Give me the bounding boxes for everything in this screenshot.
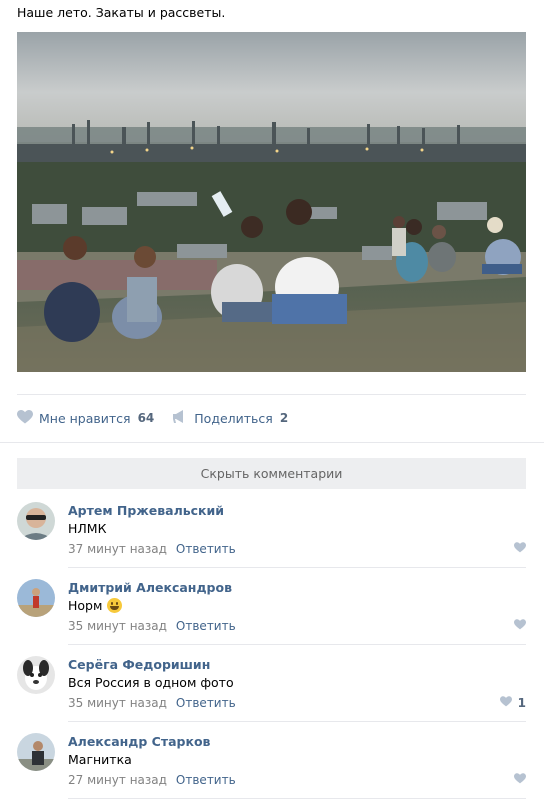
emoji-mouth xyxy=(110,606,120,610)
reply-link[interactable]: Ответить xyxy=(176,773,236,787)
heart-icon xyxy=(17,409,33,427)
comment: Артем Пржевальский НЛМК 37 минут назад От… xyxy=(17,491,526,568)
comment-like-button[interactable] xyxy=(514,542,526,556)
share-label: Поделиться xyxy=(194,410,273,426)
post-photo-image xyxy=(17,32,526,372)
comment: Александр Старков Магнитка 27 минут наза… xyxy=(17,722,526,799)
divider xyxy=(17,394,526,395)
comment-time[interactable]: 27 минут назад xyxy=(68,773,167,787)
post-actions: Мне нравится 64 Поделиться 2 xyxy=(17,408,288,428)
comment: Дмитрий Александров Норм 35 минут назад О… xyxy=(17,568,526,645)
comment-time[interactable]: 35 минут назад xyxy=(68,696,167,710)
like-count: 64 xyxy=(137,411,155,425)
comment-like-count: 1 xyxy=(517,696,526,710)
comment-text: НЛМК xyxy=(68,521,107,536)
post-text: Наше лето. Закаты и рассветы. xyxy=(17,5,226,20)
comment-author[interactable]: Серёга Федоришин xyxy=(68,657,210,672)
comment-time[interactable]: 35 минут назад xyxy=(68,619,167,633)
heart-icon xyxy=(514,542,526,556)
heart-icon xyxy=(514,773,526,787)
like-button[interactable]: Мне нравится 64 xyxy=(17,409,155,427)
heart-icon xyxy=(499,696,512,710)
avatar[interactable] xyxy=(17,579,55,617)
comment-meta: 27 минут назад Ответить xyxy=(68,773,236,787)
emoji-eye-right xyxy=(116,602,119,605)
avatar[interactable] xyxy=(17,656,55,694)
divider xyxy=(0,442,544,443)
reply-link[interactable]: Ответить xyxy=(176,542,236,556)
comment-text: Магнитка xyxy=(68,752,132,767)
comment-like-button[interactable] xyxy=(514,773,526,787)
megaphone-icon xyxy=(172,409,188,427)
heart-icon xyxy=(514,619,526,633)
comment-time[interactable]: 37 минут назад xyxy=(68,542,167,556)
divider xyxy=(68,798,526,799)
emoji-eye-left xyxy=(111,602,114,605)
comment-author[interactable]: Артем Пржевальский xyxy=(68,503,224,518)
comment-meta: 35 минут назад Ответить xyxy=(68,619,236,633)
reply-link[interactable]: Ответить xyxy=(176,619,236,633)
comment-text: Вся Россия в одном фото xyxy=(68,675,234,690)
post-photo[interactable] xyxy=(17,32,526,372)
avatar[interactable] xyxy=(17,502,55,540)
comment-meta: 37 минут назад Ответить xyxy=(68,542,236,556)
comment-author[interactable]: Александр Старков xyxy=(68,734,210,749)
like-label: Мне нравится xyxy=(39,410,131,426)
avatar[interactable] xyxy=(17,733,55,771)
comment: Серёга Федоришин Вся Россия в одном фото… xyxy=(17,645,526,722)
comment-author[interactable]: Дмитрий Александров xyxy=(68,580,232,595)
grinning-emoji-icon xyxy=(107,598,123,613)
comment-like-button[interactable] xyxy=(514,619,526,633)
comment-like-button[interactable]: 1 xyxy=(499,696,526,710)
comment-meta: 35 минут назад Ответить xyxy=(68,696,236,710)
share-button[interactable]: Поделиться 2 xyxy=(172,409,289,427)
comment-text: Норм xyxy=(68,598,123,613)
hide-comments-button[interactable]: Скрыть комментарии xyxy=(17,458,526,489)
reply-link[interactable]: Ответить xyxy=(176,696,236,710)
share-count: 2 xyxy=(279,411,289,425)
comment-text-value: Норм xyxy=(68,598,103,613)
